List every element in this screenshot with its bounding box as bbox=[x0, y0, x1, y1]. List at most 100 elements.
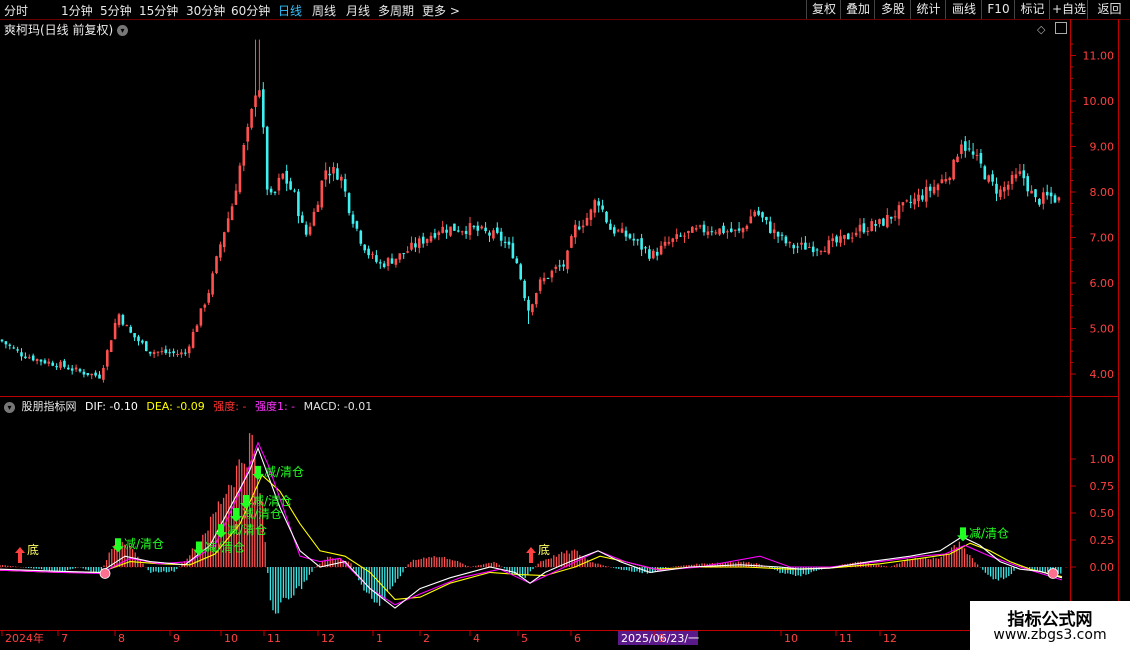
candle-body bbox=[886, 214, 889, 228]
toolbar-button-8[interactable]: 返回 bbox=[1087, 0, 1130, 19]
sell-signal-label: 减/清仓 bbox=[242, 507, 282, 521]
candle-body bbox=[499, 231, 503, 241]
timeframe-tab-3[interactable]: 15分钟 bbox=[139, 2, 178, 19]
candle-body bbox=[1006, 184, 1010, 190]
toolbar-button-1[interactable]: 叠加 bbox=[840, 0, 875, 19]
candle-body bbox=[913, 198, 916, 205]
x-tick-label: 2024年 bbox=[5, 631, 44, 645]
candle-body bbox=[156, 351, 160, 353]
sell-signal-label: 减/清仓 bbox=[205, 540, 245, 554]
candle-body bbox=[870, 221, 873, 232]
timeframe-tab-1[interactable]: 1分钟 bbox=[61, 2, 93, 19]
candle-body bbox=[1057, 197, 1061, 201]
candle-body bbox=[386, 258, 390, 267]
sell-signal-label: 减/清仓 bbox=[264, 465, 304, 479]
sell-arrow-icon bbox=[252, 465, 264, 480]
toolbar-button-3[interactable]: 统计 bbox=[910, 0, 946, 19]
panel-toggle-icon[interactable] bbox=[1055, 22, 1067, 34]
candle-body bbox=[496, 227, 499, 233]
candle-body bbox=[418, 238, 421, 248]
dif-value: DIF: -0.10 bbox=[85, 400, 138, 413]
timeframe-tab-10[interactable]: 更多 > bbox=[422, 2, 460, 19]
candle-body bbox=[304, 224, 308, 235]
candle-body bbox=[823, 250, 827, 253]
candle-body bbox=[905, 200, 909, 202]
candle-body bbox=[671, 238, 675, 242]
toolbar-button-0[interactable]: 复权 bbox=[806, 0, 841, 19]
timeframe-tab-5[interactable]: 60分钟 bbox=[231, 2, 270, 19]
candle-body bbox=[862, 223, 866, 233]
candle-body bbox=[874, 224, 877, 226]
candle-body bbox=[133, 333, 136, 338]
chevron-down-icon[interactable]: ▾ bbox=[117, 25, 129, 36]
timeframe-tab-7[interactable]: 周线 bbox=[312, 2, 336, 19]
toolbar-button-6[interactable]: 标记 bbox=[1014, 0, 1050, 19]
chevron-down-icon[interactable]: ▾ bbox=[4, 401, 15, 413]
candle-body bbox=[811, 246, 815, 253]
timeframe-tab-6[interactable]: 日线 bbox=[278, 2, 302, 19]
diamond-icon[interactable]: ◇ bbox=[1037, 23, 1045, 36]
candle-body bbox=[172, 351, 175, 354]
candle-body bbox=[242, 145, 246, 166]
ind-tick-label: 0.00 bbox=[1090, 561, 1115, 574]
candle-body bbox=[117, 314, 121, 325]
candle-body bbox=[1003, 187, 1006, 192]
timeframe-tab-9[interactable]: 多周期 bbox=[378, 2, 414, 19]
candle-body bbox=[730, 228, 733, 232]
toolbar-button-2[interactable]: 多股 bbox=[874, 0, 911, 19]
candle-body bbox=[523, 280, 526, 299]
candle-body bbox=[375, 255, 378, 262]
candle-body bbox=[589, 209, 593, 220]
candle-body bbox=[917, 194, 920, 202]
candle-body bbox=[250, 108, 253, 128]
bottom-signal-label: 底 bbox=[27, 542, 39, 557]
ind-tick-label: 0.75 bbox=[1090, 480, 1115, 493]
strength1-value: 强度1: - bbox=[254, 400, 296, 413]
candle-body bbox=[1042, 192, 1045, 204]
candle-body bbox=[858, 224, 862, 232]
candle-body bbox=[675, 234, 678, 240]
toolbar-button-5[interactable]: F10 bbox=[981, 0, 1015, 19]
candle-body bbox=[804, 242, 807, 250]
candle-body bbox=[1026, 176, 1029, 192]
candle-body bbox=[784, 236, 788, 244]
candle-body bbox=[59, 361, 62, 368]
candle-body bbox=[371, 253, 374, 255]
toolbar-button-7[interactable]: +自选 bbox=[1049, 0, 1088, 19]
candle-body bbox=[866, 230, 870, 232]
candle-body bbox=[70, 368, 74, 371]
candle-body bbox=[800, 242, 803, 245]
timeframe-tab-0[interactable]: 分时 bbox=[4, 2, 28, 19]
candle-body bbox=[301, 215, 304, 223]
candle-body bbox=[382, 263, 386, 268]
candle-body bbox=[211, 273, 214, 295]
candle-body bbox=[109, 340, 113, 353]
candle-body bbox=[827, 240, 831, 254]
timeframe-tab-4[interactable]: 30分钟 bbox=[186, 2, 225, 19]
candle-body bbox=[265, 126, 269, 190]
toolbar-button-4[interactable]: 画线 bbox=[945, 0, 982, 19]
timeframe-tab-8[interactable]: 月线 bbox=[346, 2, 370, 19]
chart-canvas: 底减/清仓 减/清仓减/清仓减/清仓减/清仓减/清仓底减/清仓 11.0010.0… bbox=[0, 19, 1130, 650]
candle-body bbox=[402, 253, 405, 255]
candle-body bbox=[316, 204, 320, 212]
candle-body bbox=[538, 279, 542, 291]
candle-body bbox=[28, 357, 31, 359]
candle-body bbox=[320, 180, 324, 208]
candle-body bbox=[273, 191, 277, 193]
candle-body bbox=[702, 224, 706, 233]
bottom-arrow-icon bbox=[526, 547, 536, 563]
candle-body bbox=[223, 232, 226, 248]
sell-arrow-icon bbox=[240, 495, 252, 509]
candle-body bbox=[359, 230, 363, 244]
candle-body bbox=[554, 266, 558, 269]
candle-body bbox=[503, 241, 507, 243]
candle-body bbox=[542, 277, 546, 282]
timeframe-tab-2[interactable]: 5分钟 bbox=[100, 2, 132, 19]
price-tick-label: 11.00 bbox=[1083, 50, 1115, 63]
candle-body bbox=[574, 224, 577, 238]
candle-body bbox=[609, 223, 612, 230]
candle-body bbox=[632, 238, 636, 241]
candle-body bbox=[492, 230, 495, 239]
candle-body bbox=[421, 236, 425, 244]
